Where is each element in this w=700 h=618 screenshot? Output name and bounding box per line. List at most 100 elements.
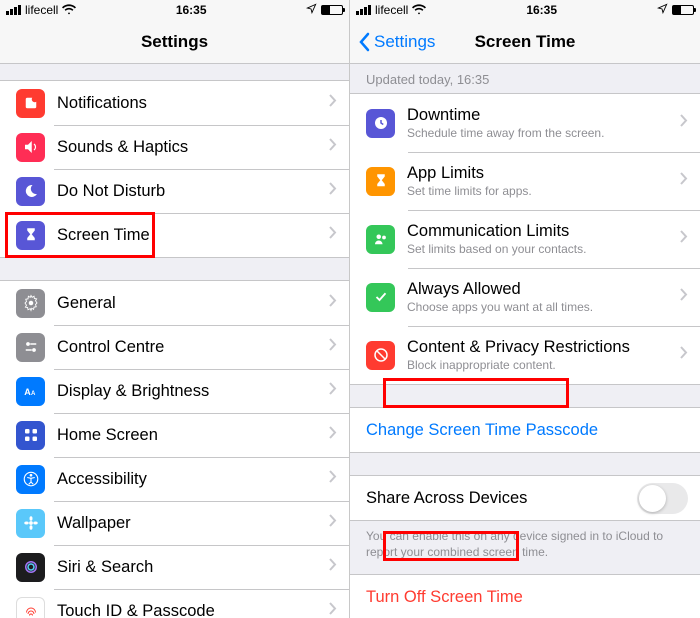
screen-time-screen: lifecell 16:35 Settings Screen Time Upda… bbox=[350, 0, 700, 618]
row-label: General bbox=[57, 294, 329, 313]
row-accessibility[interactable]: Accessibility bbox=[0, 457, 349, 501]
row-touchid[interactable]: Touch ID & Passcode bbox=[0, 589, 349, 618]
chevron-right-icon bbox=[680, 288, 688, 306]
clock: 16:35 bbox=[526, 3, 557, 17]
notifications-icon bbox=[16, 89, 45, 118]
row-general[interactable]: General bbox=[0, 281, 349, 325]
chevron-right-icon bbox=[680, 346, 688, 364]
carrier-label: lifecell bbox=[25, 3, 58, 17]
chevron-right-icon bbox=[329, 382, 337, 400]
accessibility-icon bbox=[16, 465, 45, 494]
flower-icon bbox=[16, 509, 45, 538]
change-passcode-button[interactable]: Change Screen Time Passcode bbox=[350, 408, 700, 452]
back-label: Settings bbox=[374, 32, 435, 52]
row-label: Communication Limits bbox=[407, 222, 680, 241]
share-footnote: You can enable this on any device signed… bbox=[350, 521, 700, 574]
grid-icon bbox=[16, 421, 45, 450]
battery-icon bbox=[672, 5, 694, 15]
row-label: Siri & Search bbox=[57, 558, 329, 577]
signal-icon bbox=[356, 5, 371, 15]
chevron-right-icon bbox=[329, 470, 337, 488]
row-share-devices[interactable]: Share Across Devices bbox=[350, 476, 700, 520]
row-label: Wallpaper bbox=[57, 514, 329, 533]
chevron-right-icon bbox=[680, 172, 688, 190]
row-label: Control Centre bbox=[57, 338, 329, 357]
fingerprint-icon bbox=[16, 597, 45, 618]
row-always-allowed[interactable]: Always AllowedChoose apps you want at al… bbox=[350, 268, 700, 326]
share-toggle[interactable] bbox=[637, 483, 688, 514]
row-label: Content & Privacy Restrictions bbox=[407, 338, 680, 357]
nav-bar: Settings bbox=[0, 20, 349, 64]
text-size-icon: AA bbox=[16, 377, 45, 406]
row-label: Display & Brightness bbox=[57, 382, 329, 401]
clock-icon bbox=[366, 109, 395, 138]
clock: 16:35 bbox=[176, 3, 207, 17]
svg-text:A: A bbox=[31, 391, 36, 397]
row-screen-time[interactable]: Screen Time bbox=[0, 213, 349, 257]
sounds-icon bbox=[16, 133, 45, 162]
svg-text:A: A bbox=[24, 387, 31, 397]
settings-screen: lifecell 16:35 Settings Notifications So… bbox=[0, 0, 350, 618]
row-home-screen[interactable]: Home Screen bbox=[0, 413, 349, 457]
row-sounds[interactable]: Sounds & Haptics bbox=[0, 125, 349, 169]
carrier-label: lifecell bbox=[375, 3, 408, 17]
row-label: Notifications bbox=[57, 94, 329, 113]
row-wallpaper[interactable]: Wallpaper bbox=[0, 501, 349, 545]
back-button[interactable]: Settings bbox=[358, 32, 435, 52]
row-content-restrictions[interactable]: Content & Privacy RestrictionsBlock inap… bbox=[350, 326, 700, 384]
row-label: Always Allowed bbox=[407, 280, 680, 299]
change-passcode-label: Change Screen Time Passcode bbox=[366, 421, 598, 440]
turn-off-button[interactable]: Turn Off Screen Time bbox=[350, 575, 700, 618]
row-siri[interactable]: Siri & Search bbox=[0, 545, 349, 589]
row-sub: Choose apps you want at all times. bbox=[407, 300, 680, 314]
wifi-icon bbox=[412, 2, 426, 19]
page-title: Screen Time bbox=[475, 32, 576, 52]
status-bar: lifecell 16:35 bbox=[0, 0, 349, 20]
chevron-right-icon bbox=[329, 602, 337, 618]
row-label: App Limits bbox=[407, 164, 680, 183]
row-label: Share Across Devices bbox=[366, 489, 637, 508]
row-label: Do Not Disturb bbox=[57, 182, 329, 201]
chevron-right-icon bbox=[329, 558, 337, 576]
moon-icon bbox=[16, 177, 45, 206]
nav-bar: Settings Screen Time bbox=[350, 20, 700, 64]
chevron-right-icon bbox=[329, 138, 337, 156]
no-entry-icon bbox=[366, 341, 395, 370]
row-communication-limits[interactable]: Communication LimitsSet limits based on … bbox=[350, 210, 700, 268]
chevron-right-icon bbox=[329, 94, 337, 112]
row-control-centre[interactable]: Control Centre bbox=[0, 325, 349, 369]
row-label: Downtime bbox=[407, 106, 680, 125]
chevron-right-icon bbox=[329, 226, 337, 244]
updated-label: Updated today, 16:35 bbox=[350, 64, 700, 93]
location-icon bbox=[306, 3, 317, 17]
row-app-limits[interactable]: App LimitsSet time limits for apps. bbox=[350, 152, 700, 210]
status-bar: lifecell 16:35 bbox=[350, 0, 700, 20]
row-display[interactable]: AA Display & Brightness bbox=[0, 369, 349, 413]
row-label: Sounds & Haptics bbox=[57, 138, 329, 157]
signal-icon bbox=[6, 5, 21, 15]
gear-icon bbox=[16, 289, 45, 318]
chevron-right-icon bbox=[329, 426, 337, 444]
chevron-right-icon bbox=[329, 294, 337, 312]
chevron-right-icon bbox=[680, 114, 688, 132]
row-label: Screen Time bbox=[57, 226, 329, 245]
row-sub: Schedule time away from the screen. bbox=[407, 126, 680, 140]
row-notifications[interactable]: Notifications bbox=[0, 81, 349, 125]
hourglass-icon bbox=[366, 167, 395, 196]
turn-off-label: Turn Off Screen Time bbox=[366, 588, 523, 607]
chevron-right-icon bbox=[680, 230, 688, 248]
row-label: Accessibility bbox=[57, 470, 329, 489]
siri-icon bbox=[16, 553, 45, 582]
people-icon bbox=[366, 225, 395, 254]
row-label: Touch ID & Passcode bbox=[57, 602, 329, 618]
location-icon bbox=[657, 3, 668, 17]
hourglass-icon bbox=[16, 221, 45, 250]
row-dnd[interactable]: Do Not Disturb bbox=[0, 169, 349, 213]
battery-icon bbox=[321, 5, 343, 15]
sliders-icon bbox=[16, 333, 45, 362]
check-icon bbox=[366, 283, 395, 312]
page-title: Settings bbox=[141, 32, 208, 52]
row-downtime[interactable]: DowntimeSchedule time away from the scre… bbox=[350, 94, 700, 152]
wifi-icon bbox=[62, 2, 76, 19]
row-sub: Set limits based on your contacts. bbox=[407, 242, 680, 256]
